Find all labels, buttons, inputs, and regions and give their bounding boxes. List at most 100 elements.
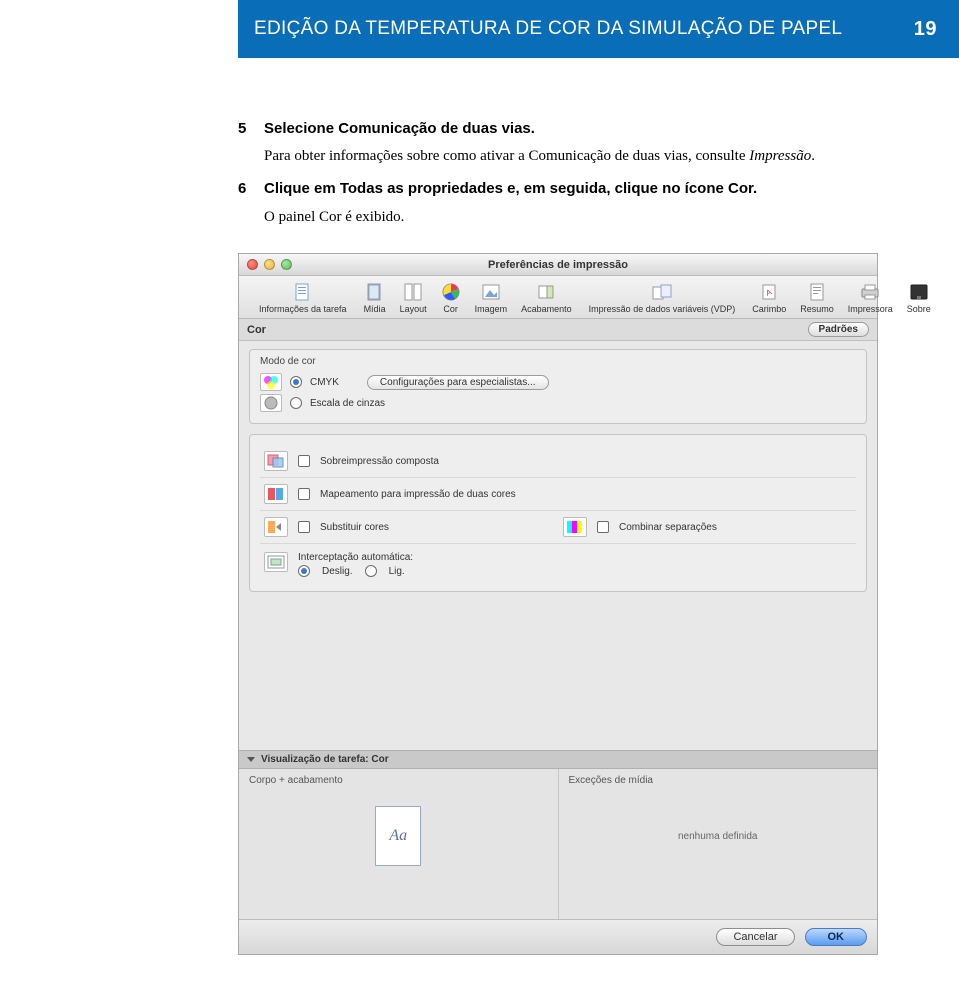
preview-bar-label: Visualização de tarefa: Cor — [261, 754, 389, 765]
overprint-icon — [264, 451, 288, 471]
color-options-group: Sobreimpressão composta Mapeamento para … — [249, 434, 867, 592]
disclosure-triangle-icon — [247, 757, 255, 762]
color-mode-group: Modo de cor CMYK Configurações para espe… — [249, 349, 867, 424]
header-title: EDIÇÃO DA TEMPERATURA DE COR DA SIMULAÇÃ… — [254, 18, 842, 40]
toolbar-tabs: Informações da tarefa Mídia Layout Cor I… — [239, 276, 877, 319]
option-subst-combine: Substituir cores Combinar separações — [260, 510, 856, 543]
step-5-desc: Para obter informações sobre como ativar… — [264, 146, 899, 168]
tab-label: Impressão de dados variáveis (VDP) — [589, 304, 736, 314]
header-left-margin — [0, 0, 238, 58]
radio-trapping-off[interactable] — [298, 565, 310, 577]
step-6: 6 Clique em Todas as propriedades e, em … — [238, 178, 899, 230]
tab-label: Carimbo — [752, 304, 786, 314]
tab-stamp[interactable]: A Carimbo — [745, 282, 793, 314]
two-color-label: Mapeamento para impressão de duas cores — [320, 489, 516, 500]
cancel-button[interactable]: Cancelar — [716, 928, 794, 946]
tab-job-info[interactable]: Informações da tarefa — [249, 282, 357, 314]
tab-label: Impressora — [848, 304, 893, 314]
defaults-button[interactable]: Padrões — [808, 322, 869, 337]
printer-icon — [860, 282, 880, 302]
overprint-label: Sobreimpressão composta — [320, 456, 439, 467]
step-number: 6 — [238, 178, 264, 230]
step-6-desc: O painel Cor é exibido. — [264, 207, 899, 229]
option-overprint: Sobreimpressão composta — [260, 445, 856, 477]
tab-media[interactable]: Mídia — [357, 282, 393, 314]
group-title: Modo de cor — [260, 356, 856, 367]
tab-label: Layout — [400, 304, 427, 314]
tab-printer[interactable]: Impressora — [841, 282, 900, 314]
cmyk-label: CMYK — [310, 377, 339, 388]
checkbox-two-color[interactable] — [298, 488, 310, 500]
tab-summary[interactable]: Resumo — [793, 282, 841, 314]
combine-label: Combinar separações — [619, 522, 717, 533]
preview-col-media-title: Exceções de mídia — [569, 775, 868, 786]
combine-separations-icon — [563, 517, 587, 537]
finishing-icon — [536, 282, 556, 302]
section-title: Cor — [247, 324, 266, 336]
tab-label: Resumo — [800, 304, 834, 314]
preview-col-body-title: Corpo + acabamento — [249, 775, 548, 786]
tab-label: Informações da tarefa — [259, 304, 347, 314]
option-two-color: Mapeamento para impressão de duas cores — [260, 477, 856, 510]
preview-col-body: Corpo + acabamento Aa — [239, 769, 559, 919]
substitute-colors-icon — [264, 517, 288, 537]
document-icon — [293, 282, 313, 302]
expert-settings-button[interactable]: Configurações para especialistas... — [367, 375, 549, 390]
checkbox-overprint[interactable] — [298, 455, 310, 467]
ok-button[interactable]: OK — [805, 928, 868, 946]
checkbox-substitute[interactable] — [298, 521, 310, 533]
radio-cmyk[interactable] — [290, 376, 302, 388]
trapping-icon — [264, 552, 288, 572]
page-thumbnail: Aa — [375, 806, 421, 866]
step-6-title: Clique em Todas as propriedades e, em se… — [264, 178, 899, 200]
layout-icon — [403, 282, 423, 302]
no-media-label: nenhuma definida — [678, 831, 758, 842]
dialog-footer: Cancelar OK — [239, 919, 877, 954]
tab-label: Mídia — [364, 304, 386, 314]
on-label: Lig. — [389, 566, 405, 577]
trapping-label: Interceptação automática: — [298, 552, 413, 563]
step-5-title: Selecione Comunicação de duas vias. — [264, 118, 899, 140]
tab-label: Imagem — [475, 304, 508, 314]
preview-area: Corpo + acabamento Aa Exceções de mídia … — [239, 769, 877, 919]
page-number: 19 — [914, 18, 943, 41]
image-icon — [481, 282, 501, 302]
about-icon — [909, 282, 929, 302]
header-banner: EDIÇÃO DA TEMPERATURA DE COR DA SIMULAÇÃ… — [238, 0, 959, 58]
tab-layout[interactable]: Layout — [393, 282, 434, 314]
cmyk-swatch-icon — [260, 373, 282, 391]
tab-label: Sobre — [907, 304, 931, 314]
window-title: Preferências de impressão — [239, 259, 877, 271]
page-header: EDIÇÃO DA TEMPERATURA DE COR DA SIMULAÇÃ… — [0, 0, 959, 58]
preview-col-media: Exceções de mídia nenhuma definida — [559, 769, 878, 919]
preview-bar[interactable]: Visualização de tarefa: Cor — [239, 750, 877, 769]
step-number: 5 — [238, 118, 264, 168]
option-trapping: Interceptação automática: Deslig. Lig. — [260, 543, 856, 583]
checkbox-combine[interactable] — [597, 521, 609, 533]
tab-label: Cor — [443, 304, 458, 314]
substitute-label: Substituir cores — [320, 522, 389, 533]
step-5-desc-post: . — [811, 148, 815, 164]
tab-finishing[interactable]: Acabamento — [514, 282, 579, 314]
grayscale-label: Escala de cinzas — [310, 398, 385, 409]
panel-body: Modo de cor CMYK Configurações para espe… — [239, 341, 877, 750]
radio-trapping-on[interactable] — [365, 565, 377, 577]
step-5-desc-pre: Para obter informações sobre como ativar… — [264, 148, 749, 164]
tab-vdp[interactable]: Impressão de dados variáveis (VDP) — [579, 282, 746, 314]
radio-grayscale[interactable] — [290, 397, 302, 409]
media-icon — [365, 282, 385, 302]
window-titlebar: Preferências de impressão — [239, 254, 877, 276]
tab-image[interactable]: Imagem — [468, 282, 515, 314]
summary-icon — [807, 282, 827, 302]
section-header: Cor Padrões — [239, 319, 877, 341]
tab-color[interactable]: Cor — [434, 282, 468, 314]
tab-about[interactable]: Sobre — [900, 282, 938, 314]
stamp-icon: A — [759, 282, 779, 302]
content-area: 5 Selecione Comunicação de duas vias. Pa… — [0, 58, 959, 995]
panel-spacer — [249, 602, 867, 742]
step-5-desc-em: Impressão — [749, 148, 811, 164]
color-wheel-icon — [441, 282, 461, 302]
tab-label: Acabamento — [521, 304, 572, 314]
grayscale-swatch-icon — [260, 394, 282, 412]
two-color-icon — [264, 484, 288, 504]
